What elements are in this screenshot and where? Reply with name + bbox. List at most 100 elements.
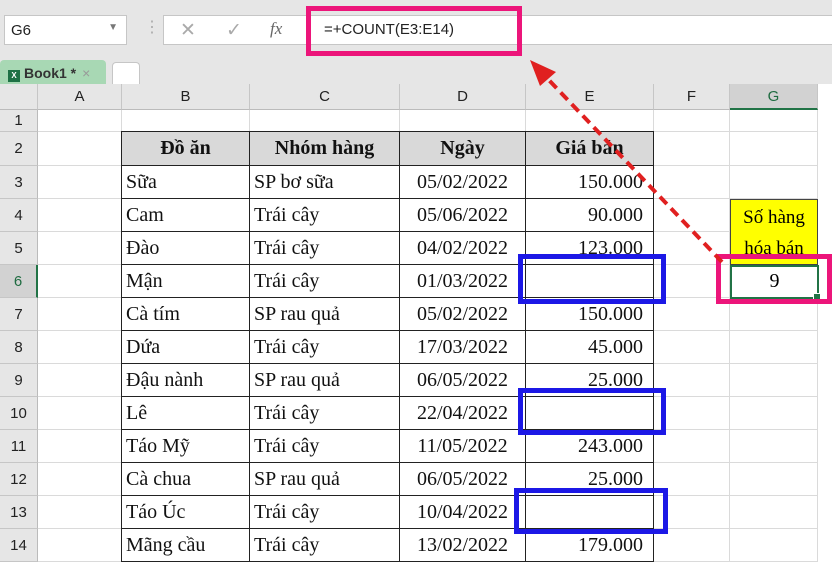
cell[interactable] [730, 132, 818, 166]
close-icon[interactable]: × [82, 65, 90, 81]
cell[interactable] [38, 397, 122, 430]
cell[interactable] [654, 132, 730, 166]
tab-book1[interactable]: X Book1 * × [0, 60, 106, 85]
table-cell[interactable]: 150.000 [525, 165, 654, 199]
table-cell[interactable]: Trái cây [249, 198, 400, 232]
cell[interactable] [38, 496, 122, 529]
row-header-13[interactable]: 13 [0, 496, 38, 529]
table-cell[interactable]: Dứa [121, 330, 250, 364]
table-cell[interactable]: 17/03/2022 [399, 330, 526, 364]
table-cell[interactable]: Trái cây [249, 528, 400, 562]
cell[interactable] [38, 132, 122, 166]
table-cell[interactable]: SP bơ sữa [249, 165, 400, 199]
cell[interactable] [730, 364, 818, 397]
column-header-f[interactable]: F [654, 84, 730, 110]
cancel-icon[interactable]: ✕ [180, 19, 196, 42]
row-header-5[interactable]: 5 [0, 232, 38, 265]
table-cell[interactable]: Trái cây [249, 330, 400, 364]
row-header-1[interactable]: 1 [0, 110, 38, 132]
table-cell[interactable]: 01/03/2022 [399, 264, 526, 298]
cell[interactable] [38, 265, 122, 298]
table-cell[interactable]: 05/06/2022 [399, 198, 526, 232]
table-cell[interactable]: SP rau quả [249, 297, 400, 331]
cell[interactable] [730, 166, 818, 199]
cell[interactable] [654, 199, 730, 232]
column-header-a[interactable]: A [38, 84, 122, 110]
table-cell[interactable]: Trái cây [249, 396, 400, 430]
table-cell[interactable]: Cam [121, 198, 250, 232]
table-cell[interactable]: 10/04/2022 [399, 495, 526, 529]
table-cell[interactable]: Táo Mỹ [121, 429, 250, 463]
table-cell[interactable]: Đào [121, 231, 250, 265]
table-header[interactable]: Nhóm hàng [249, 131, 400, 166]
row-header-2[interactable]: 2 [0, 132, 38, 166]
column-header-b[interactable]: B [122, 84, 250, 110]
column-header-c[interactable]: C [250, 84, 400, 110]
row-header-14[interactable]: 14 [0, 529, 38, 562]
row-header-11[interactable]: 11 [0, 430, 38, 463]
cell[interactable] [38, 110, 122, 132]
table-header[interactable]: Đồ ăn [121, 131, 250, 166]
row-header-8[interactable]: 8 [0, 331, 38, 364]
cell[interactable] [38, 166, 122, 199]
chevron-down-icon[interactable]: ▼ [108, 22, 118, 33]
table-cell[interactable]: 06/05/2022 [399, 363, 526, 397]
cell[interactable] [400, 110, 526, 132]
table-cell[interactable]: Mãng cầu [121, 528, 250, 562]
table-cell[interactable]: 11/05/2022 [399, 429, 526, 463]
cell[interactable] [38, 232, 122, 265]
row-header-4[interactable]: 4 [0, 199, 38, 232]
table-cell[interactable]: 22/04/2022 [399, 396, 526, 430]
table-cell[interactable]: 05/02/2022 [399, 297, 526, 331]
column-header-e[interactable]: E [526, 84, 654, 110]
table-cell[interactable]: Táo Úc [121, 495, 250, 529]
table-cell[interactable]: 05/02/2022 [399, 165, 526, 199]
new-tab-button[interactable] [112, 62, 140, 85]
table-cell[interactable]: Lê [121, 396, 250, 430]
enter-icon[interactable]: ✓ [226, 19, 242, 42]
row-header-3[interactable]: 3 [0, 166, 38, 199]
table-cell[interactable]: Đậu nành [121, 363, 250, 397]
select-all-corner[interactable] [0, 84, 38, 110]
table-cell[interactable]: Trái cây [249, 495, 400, 529]
column-header-g[interactable]: G [730, 84, 818, 110]
table-cell[interactable]: 06/05/2022 [399, 462, 526, 496]
cell[interactable] [38, 529, 122, 562]
table-cell[interactable]: Sữa [121, 165, 250, 199]
table-cell[interactable]: SP rau quả [249, 363, 400, 397]
row-header-6[interactable]: 6 [0, 265, 38, 298]
table-cell[interactable]: Mận [121, 264, 250, 298]
cell[interactable] [730, 496, 818, 529]
table-header[interactable]: Ngày [399, 131, 526, 166]
cell[interactable] [38, 430, 122, 463]
cell[interactable] [250, 110, 400, 132]
table-cell[interactable]: SP rau quả [249, 462, 400, 496]
cell[interactable] [38, 463, 122, 496]
name-box[interactable]: G6 ▼ [4, 15, 127, 45]
table-cell[interactable]: 45.000 [525, 330, 654, 364]
cell[interactable] [122, 110, 250, 132]
cell[interactable] [730, 110, 818, 132]
table-header[interactable]: Giá bán [525, 131, 654, 166]
cell[interactable] [730, 529, 818, 562]
table-cell[interactable]: Trái cây [249, 264, 400, 298]
table-cell[interactable]: Trái cây [249, 231, 400, 265]
table-cell[interactable]: Cà chua [121, 462, 250, 496]
table-cell[interactable]: 90.000 [525, 198, 654, 232]
table-cell[interactable]: Trái cây [249, 429, 400, 463]
cell[interactable] [38, 364, 122, 397]
row-header-12[interactable]: 12 [0, 463, 38, 496]
cell[interactable] [730, 463, 818, 496]
cell[interactable] [730, 331, 818, 364]
row-header-7[interactable]: 7 [0, 298, 38, 331]
cell[interactable] [526, 110, 654, 132]
cell[interactable] [38, 298, 122, 331]
table-cell[interactable]: 04/02/2022 [399, 231, 526, 265]
column-header-d[interactable]: D [400, 84, 526, 110]
table-cell[interactable]: Cà tím [121, 297, 250, 331]
cell[interactable] [654, 166, 730, 199]
cell[interactable] [654, 331, 730, 364]
row-header-9[interactable]: 9 [0, 364, 38, 397]
cell[interactable] [38, 331, 122, 364]
cell[interactable] [654, 110, 730, 132]
